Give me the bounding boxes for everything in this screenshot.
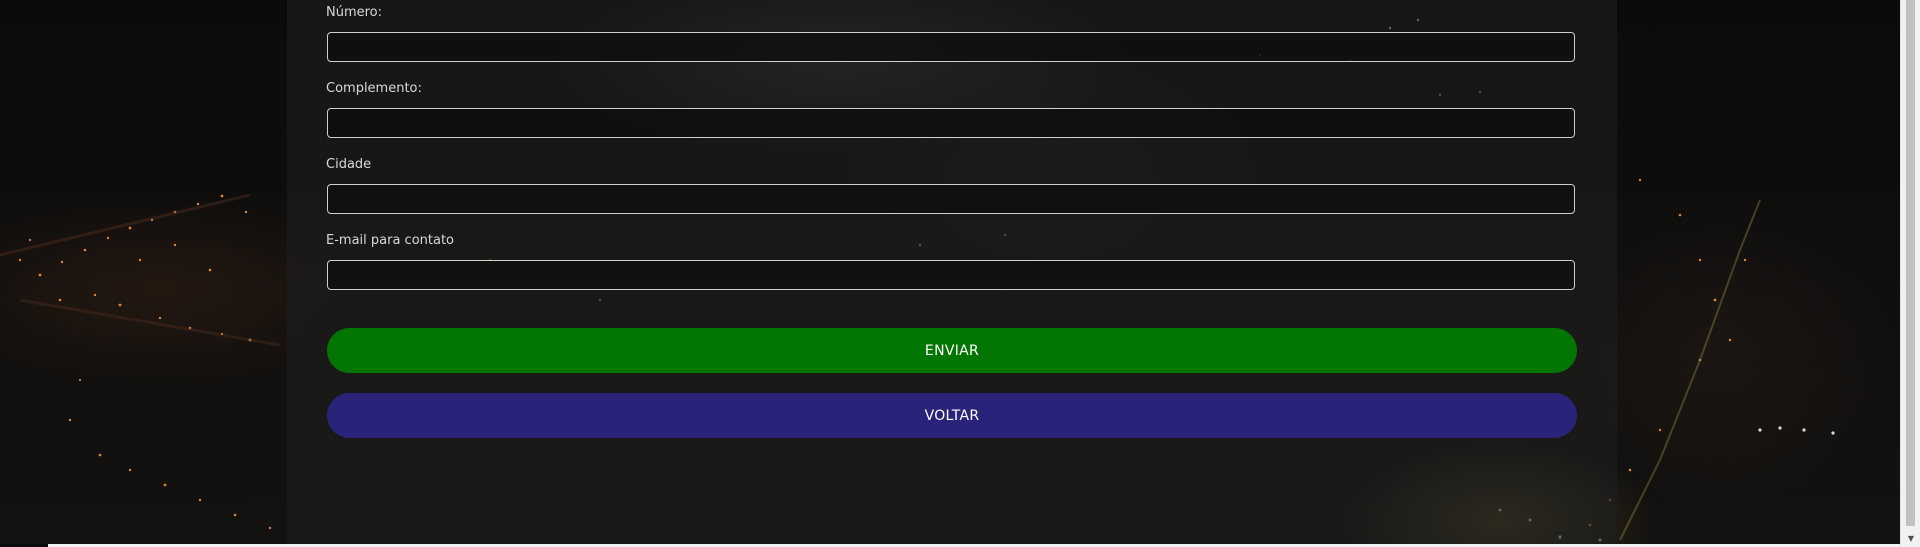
scrollbar-thumb[interactable] [1906,0,1915,526]
numero-label: Número: [326,5,383,20]
numero-input[interactable] [327,32,1575,62]
back-button-label: VOLTAR [924,407,980,424]
email-label: E-mail para contato [326,233,455,248]
scroll-down-arrow-icon[interactable]: ▼ [1901,534,1920,544]
cidade-label: Cidade [326,157,372,172]
email-input[interactable] [327,260,1575,290]
cidade-input[interactable] [327,184,1575,214]
back-button[interactable]: VOLTAR [327,393,1577,438]
send-button[interactable]: ENVIAR [327,328,1577,373]
page: Número: Complemento: Cidade E-mail para … [0,0,1920,547]
complemento-input[interactable] [327,108,1575,138]
vertical-scrollbar[interactable]: ▼ [1900,0,1920,547]
complemento-label: Complemento: [326,81,422,96]
send-button-label: ENVIAR [924,342,980,359]
